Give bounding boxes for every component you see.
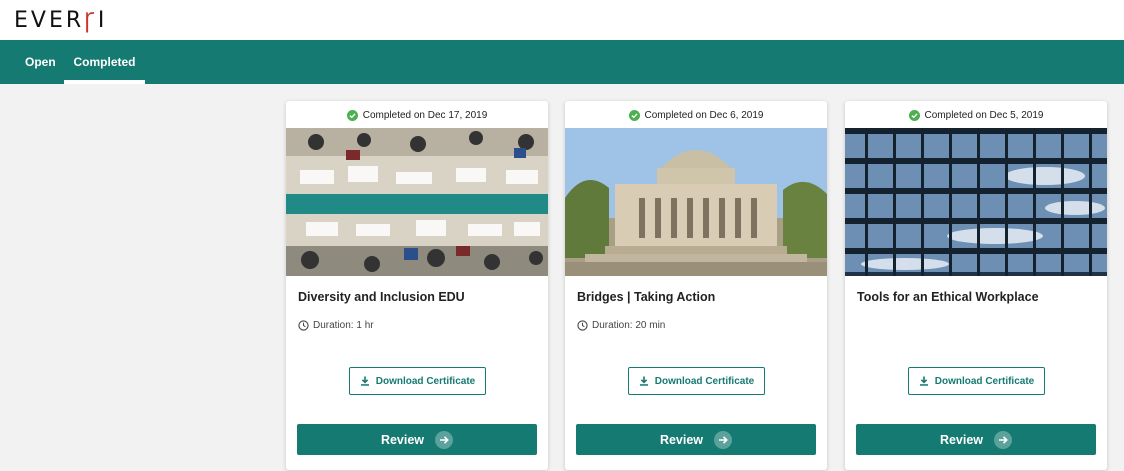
duration-text: Duration: 20 min bbox=[592, 320, 666, 331]
arrow-right-icon bbox=[994, 430, 1013, 449]
clock-icon bbox=[577, 320, 588, 331]
tab-open[interactable]: Open bbox=[25, 40, 56, 84]
course-duration: Duration: 20 min bbox=[577, 320, 665, 331]
check-circle-icon bbox=[908, 109, 920, 121]
logo-text-end: I bbox=[97, 7, 108, 33]
completion-status: Completed on Dec 5, 2019 bbox=[845, 101, 1107, 129]
logo-mark: Ꞅ bbox=[84, 9, 98, 34]
course-duration: Duration: 1 hr bbox=[298, 320, 374, 331]
course-image bbox=[565, 128, 827, 276]
download-certificate-label: Download Certificate bbox=[934, 375, 1035, 387]
tab-completed[interactable]: Completed bbox=[64, 40, 145, 84]
review-button[interactable]: Review bbox=[576, 424, 816, 455]
download-certificate-button[interactable]: Download Certificate bbox=[908, 367, 1045, 395]
course-card: Completed on Dec 17, 2019 Diversity and … bbox=[286, 101, 548, 470]
download-certificate-label: Download Certificate bbox=[375, 375, 476, 387]
everfi-logo[interactable]: EVER Ꞅ I bbox=[14, 7, 108, 35]
download-certificate-button[interactable]: Download Certificate bbox=[349, 367, 486, 395]
completion-status: Completed on Dec 6, 2019 bbox=[565, 101, 827, 129]
check-circle-icon bbox=[346, 109, 358, 121]
completion-status: Completed on Dec 17, 2019 bbox=[286, 101, 548, 129]
course-image bbox=[286, 128, 548, 276]
completion-date: Completed on Dec 5, 2019 bbox=[924, 109, 1044, 121]
course-card: Completed on Dec 5, 2019 Tools for an Et… bbox=[845, 101, 1107, 470]
download-certificate-label: Download Certificate bbox=[654, 375, 755, 387]
arrow-right-icon bbox=[714, 430, 733, 449]
course-title: Tools for an Ethical Workplace bbox=[857, 290, 1039, 304]
review-button[interactable]: Review bbox=[856, 424, 1096, 455]
download-icon bbox=[360, 376, 369, 386]
course-list: Completed on Dec 17, 2019 Diversity and … bbox=[0, 84, 1124, 471]
duration-text: Duration: 1 hr bbox=[313, 320, 374, 331]
review-button[interactable]: Review bbox=[297, 424, 537, 455]
top-bar: EVER Ꞅ I bbox=[0, 0, 1124, 40]
check-circle-icon bbox=[628, 109, 640, 121]
completion-date: Completed on Dec 6, 2019 bbox=[644, 109, 764, 121]
completion-date: Completed on Dec 17, 2019 bbox=[362, 109, 488, 121]
clock-icon bbox=[298, 320, 309, 331]
course-title: Diversity and Inclusion EDU bbox=[298, 290, 465, 304]
logo-text: EVER bbox=[14, 7, 85, 33]
course-image bbox=[845, 128, 1107, 276]
course-title: Bridges | Taking Action bbox=[577, 290, 716, 304]
arrow-right-icon bbox=[435, 430, 454, 449]
download-certificate-button[interactable]: Download Certificate bbox=[628, 367, 765, 395]
download-icon bbox=[919, 376, 928, 386]
download-icon bbox=[639, 376, 648, 386]
course-card: Completed on Dec 6, 2019 Bridges | Takin… bbox=[565, 101, 827, 470]
review-label: Review bbox=[939, 432, 984, 447]
tab-bar: Open Completed bbox=[0, 40, 1124, 84]
review-label: Review bbox=[659, 432, 704, 447]
review-label: Review bbox=[380, 432, 425, 447]
